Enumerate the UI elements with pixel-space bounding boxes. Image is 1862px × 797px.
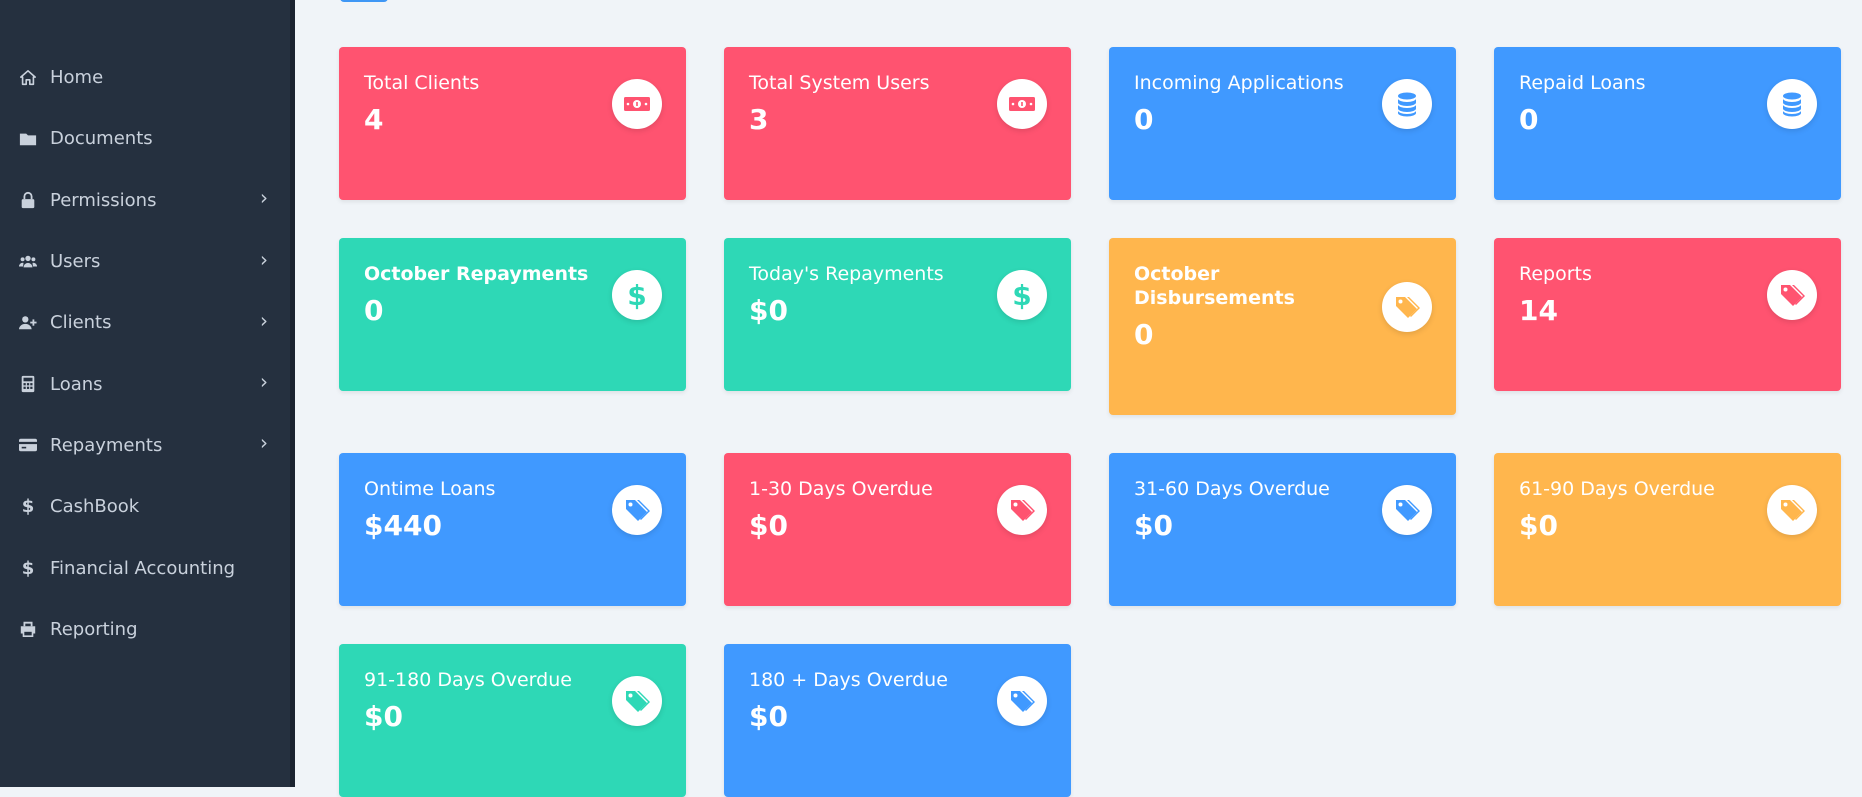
card-value: 0 bbox=[364, 294, 384, 327]
tags-icon bbox=[1767, 485, 1817, 535]
credit-card-icon bbox=[18, 435, 38, 455]
sidebar-item-label: Loans bbox=[50, 373, 103, 395]
dollar-icon: $ bbox=[997, 270, 1047, 320]
stat-card-61-90-days-overdue[interactable]: 61-90 Days Overdue $0 bbox=[1494, 453, 1841, 606]
home-icon bbox=[18, 68, 38, 88]
card-title: Repaid Loans bbox=[1519, 72, 1646, 94]
chevron-right-icon: › bbox=[260, 369, 268, 394]
money-bill-icon bbox=[612, 79, 662, 129]
card-value: $0 bbox=[749, 294, 788, 327]
sidebar-item-label: Repayments bbox=[50, 434, 163, 456]
card-title: Reports bbox=[1519, 263, 1592, 285]
sidebar-item-home[interactable]: Home bbox=[0, 47, 290, 108]
card-value: 14 bbox=[1519, 294, 1558, 327]
sidebar-item-label: Financial Accounting bbox=[50, 557, 236, 579]
tags-icon bbox=[1767, 270, 1817, 320]
card-value: 0 bbox=[1134, 103, 1154, 136]
stat-card-reports[interactable]: Reports 14 bbox=[1494, 238, 1841, 391]
chevron-right-icon: › bbox=[260, 431, 268, 456]
card-title: 180 + Days Overdue bbox=[749, 669, 948, 691]
card-title: Total Clients bbox=[364, 72, 480, 94]
calculator-icon bbox=[18, 374, 38, 394]
sidebar-item-label: CashBook bbox=[50, 496, 140, 518]
sidebar-nav: Home Documents Permissions › Users › Cli… bbox=[0, 0, 290, 660]
tags-icon bbox=[612, 485, 662, 535]
tags-icon bbox=[997, 485, 1047, 535]
lock-icon bbox=[18, 190, 38, 210]
sidebar-item-users[interactable]: Users › bbox=[0, 231, 290, 292]
card-value: 4 bbox=[364, 103, 384, 136]
card-title: 61-90 Days Overdue bbox=[1519, 478, 1715, 500]
dollar-icon: $ bbox=[21, 557, 35, 579]
stat-card-total-clients[interactable]: Total Clients 4 bbox=[339, 47, 686, 200]
card-value: 0 bbox=[1519, 103, 1539, 136]
stat-card-180-plus-days-overdue[interactable]: 180 + Days Overdue $0 bbox=[724, 644, 1071, 797]
tags-icon bbox=[997, 676, 1047, 726]
tags-icon bbox=[1382, 282, 1432, 332]
sidebar-item-label: Documents bbox=[50, 128, 153, 150]
money-bill-icon bbox=[997, 79, 1047, 129]
sidebar-item-label: Users bbox=[50, 251, 101, 273]
card-title: October Disbursements bbox=[1134, 263, 1295, 309]
folder-icon bbox=[18, 129, 38, 149]
sidebar-item-label: Permissions bbox=[50, 189, 157, 211]
sidebar-item-loans[interactable]: Loans › bbox=[0, 353, 290, 414]
card-value: $0 bbox=[749, 509, 788, 542]
dollar-icon: $ bbox=[21, 496, 35, 518]
card-value: 0 bbox=[1134, 318, 1154, 351]
sidebar: Home Documents Permissions › Users › Cli… bbox=[0, 0, 295, 787]
card-value: 3 bbox=[749, 103, 769, 136]
database-icon bbox=[1382, 79, 1432, 129]
sidebar-item-cashbook[interactable]: $ CashBook bbox=[0, 476, 290, 537]
sidebar-item-documents[interactable]: Documents bbox=[0, 108, 290, 169]
stat-card-1-30-days-overdue[interactable]: 1-30 Days Overdue $0 bbox=[724, 453, 1071, 606]
stat-card-ontime-loans[interactable]: Ontime Loans $440 bbox=[339, 453, 686, 606]
card-value: $0 bbox=[749, 700, 788, 733]
sidebar-item-reporting[interactable]: Reporting bbox=[0, 599, 290, 660]
card-title: Ontime Loans bbox=[364, 478, 496, 500]
card-title: Total System Users bbox=[749, 72, 930, 94]
sidebar-item-permissions[interactable]: Permissions › bbox=[0, 170, 290, 231]
printer-icon bbox=[18, 619, 38, 639]
card-value: $0 bbox=[1519, 509, 1558, 542]
stat-card-incoming-applications[interactable]: Incoming Applications 0 bbox=[1109, 47, 1456, 200]
stat-card-todays-repayments[interactable]: Today's Repayments $0 $ bbox=[724, 238, 1071, 391]
sidebar-item-label: Home bbox=[50, 67, 104, 89]
card-title: 1-30 Days Overdue bbox=[749, 478, 933, 500]
chevron-right-icon: › bbox=[260, 185, 268, 210]
tags-icon bbox=[612, 676, 662, 726]
card-title: 91-180 Days Overdue bbox=[364, 669, 572, 691]
users-icon bbox=[18, 252, 38, 272]
stat-card-total-system-users[interactable]: Total System Users 3 bbox=[724, 47, 1071, 200]
sidebar-item-label: Clients bbox=[50, 312, 112, 334]
sidebar-item-financial-accounting[interactable]: $ Financial Accounting bbox=[0, 537, 290, 598]
card-title: Today's Repayments bbox=[749, 263, 944, 285]
sidebar-item-label: Reporting bbox=[50, 618, 138, 640]
user-plus-icon bbox=[18, 313, 38, 333]
sidebar-item-clients[interactable]: Clients › bbox=[0, 292, 290, 353]
dollar-icon: $ bbox=[612, 270, 662, 320]
stat-card-31-60-days-overdue[interactable]: 31-60 Days Overdue $0 bbox=[1109, 453, 1456, 606]
card-title: 31-60 Days Overdue bbox=[1134, 478, 1330, 500]
stat-card-october-repayments[interactable]: October Repayments 0 $ bbox=[339, 238, 686, 391]
chevron-right-icon: › bbox=[260, 247, 268, 272]
stat-card-91-180-days-overdue[interactable]: 91-180 Days Overdue $0 bbox=[339, 644, 686, 797]
sidebar-item-repayments[interactable]: Repayments › bbox=[0, 415, 290, 476]
chevron-right-icon: › bbox=[260, 308, 268, 333]
card-title: October Repayments bbox=[364, 263, 589, 285]
stat-card-repaid-loans[interactable]: Repaid Loans 0 bbox=[1494, 47, 1841, 200]
database-icon bbox=[1767, 79, 1817, 129]
card-value: $0 bbox=[364, 700, 403, 733]
card-title: Incoming Applications bbox=[1134, 72, 1344, 94]
stat-card-october-disbursements[interactable]: October Disbursements 0 bbox=[1109, 238, 1456, 415]
header-button-fragment[interactable] bbox=[340, 0, 388, 2]
card-value: $440 bbox=[364, 509, 442, 542]
card-value: $0 bbox=[1134, 509, 1173, 542]
tags-icon bbox=[1382, 485, 1432, 535]
